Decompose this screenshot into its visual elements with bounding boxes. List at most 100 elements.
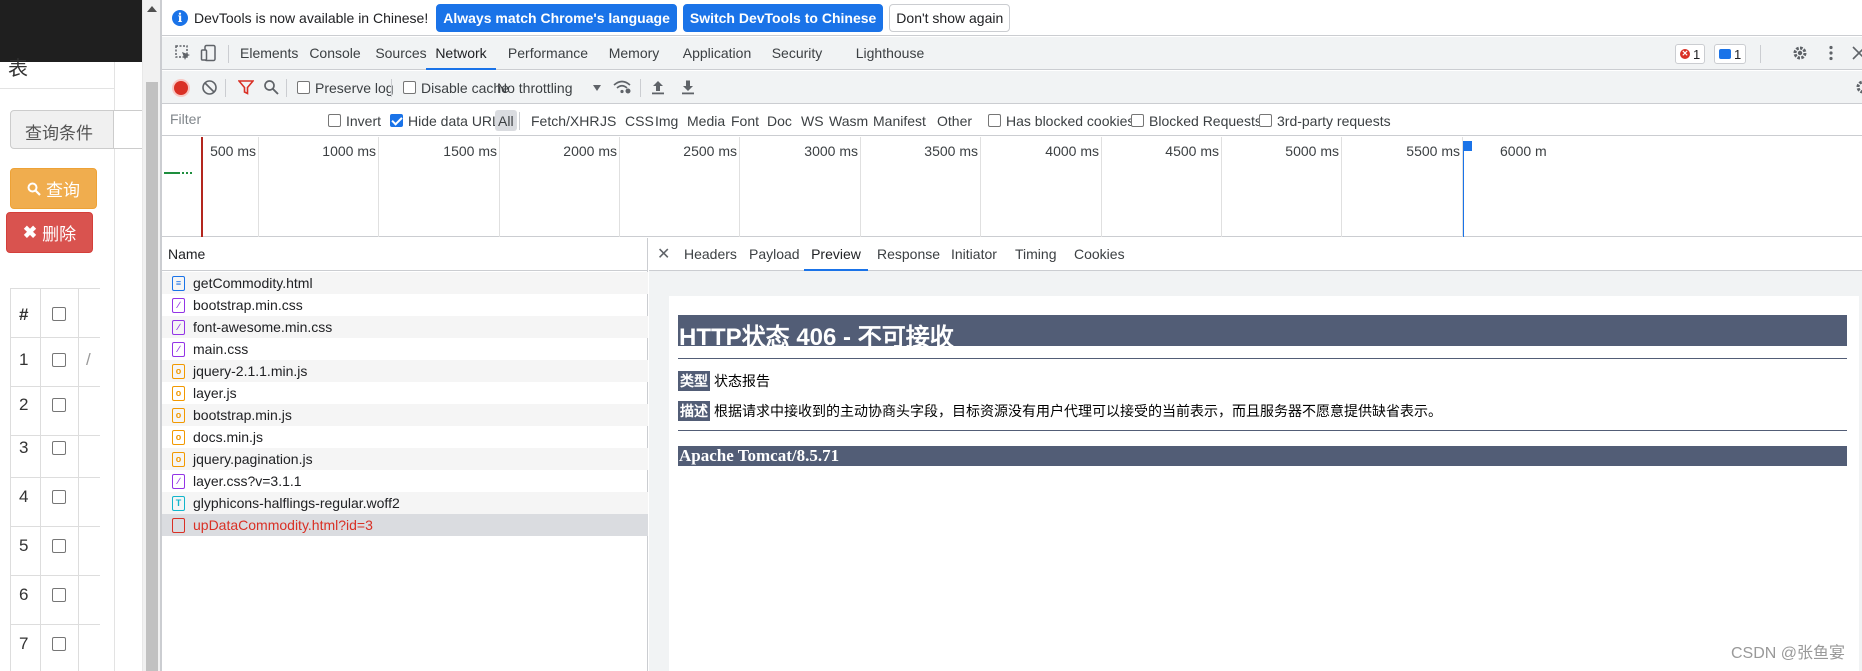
tab-application[interactable]: Application [676, 37, 758, 70]
tab-timing[interactable]: Timing [1015, 238, 1057, 271]
request-row[interactable]: upDataCommodity.html?id=3 [162, 514, 648, 536]
third-party-checkbox[interactable] [1259, 114, 1272, 127]
tab-security[interactable]: Security [766, 37, 828, 70]
tab-performance[interactable]: Performance [504, 37, 592, 70]
error-count-badge[interactable]: ✕ 1 [1675, 44, 1706, 64]
column-header-name[interactable]: Name [162, 238, 648, 271]
blocked-requests-toggle[interactable]: Blocked Requests [1131, 105, 1262, 136]
row-checkbox[interactable] [52, 588, 66, 602]
tab-network[interactable]: Network [426, 37, 496, 70]
hide-data-urls-toggle[interactable]: Hide data URLs [390, 105, 507, 136]
request-row[interactable]: ≡ getCommodity.html [162, 272, 648, 294]
timeline-label: 5500 ms [1406, 143, 1460, 159]
type-filter-fetch-xhr[interactable]: Fetch/XHR [528, 110, 602, 131]
scroll-up-icon[interactable] [147, 6, 157, 12]
type-filter-img[interactable]: Img [652, 110, 681, 131]
timeline-gridline [258, 137, 259, 237]
hide-data-urls-checkbox[interactable] [390, 114, 403, 127]
disable-cache-checkbox[interactable] [403, 81, 416, 94]
row-checkbox[interactable] [52, 490, 66, 504]
query-condition-input[interactable] [113, 110, 142, 149]
record-button[interactable] [174, 71, 188, 104]
scrollbar-thumb[interactable] [146, 82, 158, 671]
request-row[interactable]: o layer.js [162, 382, 648, 404]
export-har-icon[interactable] [681, 79, 695, 95]
type-filter-wasm[interactable]: Wasm [826, 110, 871, 131]
type-filter-other[interactable]: Other [934, 110, 975, 131]
delete-button[interactable]: ✖ 删除 [6, 212, 93, 253]
import-har-icon[interactable] [651, 79, 665, 95]
row-checkbox[interactable] [52, 539, 66, 553]
page-scrollbar[interactable] [142, 0, 160, 671]
tab-response[interactable]: Response [877, 238, 940, 271]
dont-show-again-button[interactable]: Don't show again [889, 3, 1011, 32]
network-overview-timeline[interactable]: 500 ms 1000 ms 1500 ms 2000 ms 2500 ms 3… [162, 137, 1862, 237]
blocked-requests-checkbox[interactable] [1131, 114, 1144, 127]
script-icon: o [172, 429, 185, 445]
device-toolbar-icon[interactable] [200, 44, 218, 62]
inspect-element-icon[interactable] [174, 44, 192, 62]
invert-toggle[interactable]: Invert [328, 105, 381, 136]
row-checkbox[interactable] [52, 441, 66, 455]
type-filter-ws[interactable]: WS [798, 110, 827, 131]
table-row: 2 [10, 386, 100, 435]
invert-checkbox[interactable] [328, 114, 341, 127]
request-row[interactable]: o jquery-2.1.1.min.js [162, 360, 648, 382]
timeline-gridline [1221, 137, 1222, 237]
tab-payload[interactable]: Payload [749, 238, 800, 271]
request-row[interactable]: o jquery.pagination.js [162, 448, 648, 470]
timeline-request-bar [164, 172, 180, 174]
error-count: 1 [1693, 46, 1701, 62]
tab-elements[interactable]: Elements [240, 37, 298, 70]
tab-initiator[interactable]: Initiator [951, 238, 997, 271]
tab-cookies[interactable]: Cookies [1074, 238, 1125, 271]
tab-headers[interactable]: Headers [684, 238, 737, 271]
request-row[interactable]: Tglyphicons-halflings-regular.woff2 [162, 492, 648, 514]
tab-console[interactable]: Console [308, 37, 362, 70]
throttling-select[interactable]: No throttling [497, 71, 602, 104]
message-count-badge[interactable]: 1 [1714, 44, 1747, 64]
toolbar-settings-gear-icon[interactable] [1854, 80, 1862, 94]
tab-memory[interactable]: Memory [602, 37, 666, 70]
more-options-icon[interactable] [1822, 44, 1840, 62]
row-checkbox[interactable] [52, 398, 66, 412]
select-all-checkbox[interactable] [52, 307, 66, 321]
type-filter-all[interactable]: All [495, 110, 517, 131]
row-checkbox[interactable] [52, 637, 66, 651]
clear-icon[interactable] [201, 79, 218, 96]
close-devtools-icon[interactable] [1850, 44, 1862, 62]
request-row[interactable]: ∕ layer.css?v=3.1.1 [162, 470, 648, 492]
search-button[interactable]: 查询 [10, 168, 97, 209]
request-name: layer.js [193, 385, 237, 401]
has-blocked-cookies-checkbox[interactable] [988, 114, 1001, 127]
tab-lighthouse[interactable]: Lighthouse [848, 37, 932, 70]
preserve-log-checkbox[interactable] [297, 81, 310, 94]
type-filter-media[interactable]: Media [684, 110, 728, 131]
request-row[interactable]: o docs.min.js [162, 426, 648, 448]
has-blocked-cookies-toggle[interactable]: Has blocked cookies [988, 105, 1134, 136]
filter-icon[interactable] [238, 80, 254, 95]
third-party-toggle[interactable]: 3rd-party requests [1259, 105, 1391, 136]
divider [391, 79, 392, 97]
row-checkbox[interactable] [52, 353, 66, 367]
request-row[interactable]: ∕ main.css [162, 338, 648, 360]
request-row[interactable]: o bootstrap.min.js [162, 404, 648, 426]
row-cell-fragment: / [86, 350, 91, 369]
preserve-log-toggle[interactable]: Preserve log [297, 71, 394, 104]
request-row[interactable]: ∕ bootstrap.min.css [162, 294, 648, 316]
request-name: bootstrap.min.js [193, 407, 292, 423]
settings-gear-icon[interactable] [1791, 44, 1809, 62]
type-filter-font[interactable]: Font [728, 110, 762, 131]
type-filter-js[interactable]: JS [597, 110, 619, 131]
tab-preview[interactable]: Preview [804, 238, 868, 271]
disable-cache-toggle[interactable]: Disable cache [403, 71, 509, 104]
type-filter-doc[interactable]: Doc [764, 110, 795, 131]
request-row[interactable]: ∕ font-awesome.min.css [162, 316, 648, 338]
network-conditions-icon[interactable] [613, 79, 631, 95]
match-language-button[interactable]: Always match Chrome's language [436, 3, 677, 32]
search-icon[interactable] [263, 79, 279, 95]
switch-to-chinese-button[interactable]: Switch DevTools to Chinese [682, 3, 884, 32]
type-filter-manifest[interactable]: Manifest [870, 110, 929, 131]
close-icon[interactable]: ✕ [657, 238, 670, 271]
tab-sources[interactable]: Sources [374, 37, 428, 70]
